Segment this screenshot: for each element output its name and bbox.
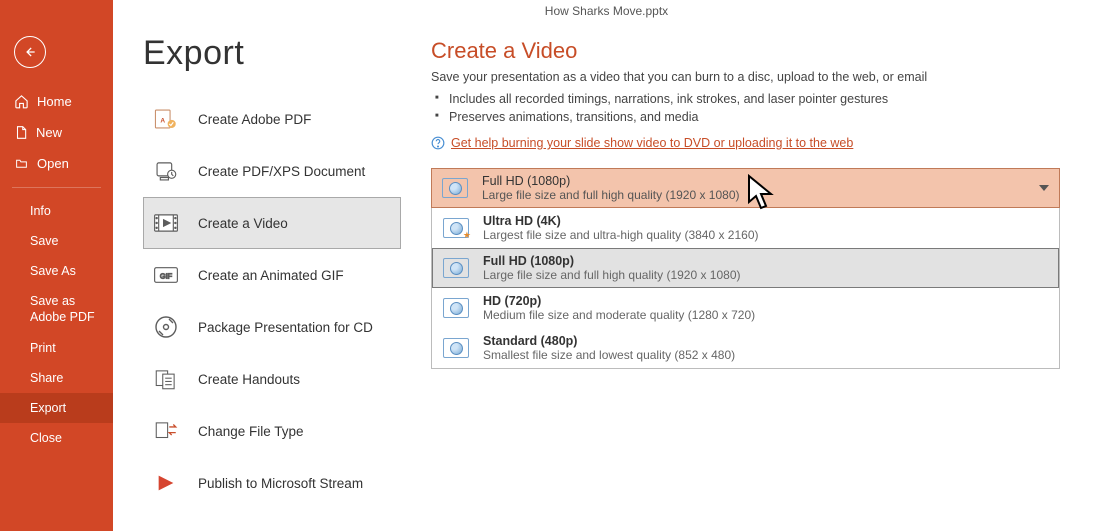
resolution-option-ultra-hd[interactable]: Ultra HD (4K) Largest file size and ultr… bbox=[432, 208, 1059, 248]
export-option-label: Create a Video bbox=[198, 216, 288, 231]
nav-label: Save as Adobe PDF bbox=[30, 294, 113, 325]
resolution-icon bbox=[442, 178, 468, 198]
back-button[interactable] bbox=[14, 36, 46, 68]
option-sub: Smallest file size and lowest quality (8… bbox=[483, 348, 735, 362]
option-title: HD (720p) bbox=[483, 294, 755, 308]
help-icon bbox=[431, 136, 445, 150]
option-title: Full HD (1080p) bbox=[483, 254, 741, 268]
option-title: Ultra HD (4K) bbox=[483, 214, 759, 228]
video-icon bbox=[152, 211, 180, 235]
export-option-label: Change File Type bbox=[198, 424, 304, 439]
nav-label: Open bbox=[37, 156, 69, 171]
resolution-icon bbox=[443, 218, 469, 238]
resolution-options-list: Ultra HD (4K) Largest file size and ultr… bbox=[431, 208, 1060, 369]
nav-save-adobe-pdf[interactable]: Save as Adobe PDF bbox=[0, 286, 113, 333]
main-area: How Sharks Move.pptx Export A Create Ado… bbox=[113, 0, 1100, 531]
option-sub: Medium file size and moderate quality (1… bbox=[483, 308, 755, 322]
backstage-sidebar: Home New Open Info Save Save As Save as … bbox=[0, 0, 113, 531]
adobe-pdf-icon: A bbox=[152, 107, 180, 131]
gif-icon: GIF bbox=[152, 263, 180, 287]
nav-share[interactable]: Share bbox=[0, 363, 113, 393]
home-icon bbox=[14, 94, 29, 109]
video-panel-title: Create a Video bbox=[431, 38, 1060, 64]
nav-label: Share bbox=[30, 371, 63, 385]
export-adobe-pdf[interactable]: A Create Adobe PDF bbox=[143, 93, 401, 145]
video-panel-bullets: Includes all recorded timings, narration… bbox=[431, 90, 1060, 126]
nav-home[interactable]: Home bbox=[0, 86, 113, 117]
new-file-icon bbox=[14, 125, 28, 140]
export-option-label: Package Presentation for CD bbox=[198, 320, 373, 335]
export-pdf-xps[interactable]: Create PDF/XPS Document bbox=[143, 145, 401, 197]
export-handouts[interactable]: Create Handouts bbox=[143, 353, 401, 405]
nav-info[interactable]: Info bbox=[0, 196, 113, 226]
option-sub: Large file size and full high quality (1… bbox=[483, 268, 741, 282]
nav-label: Print bbox=[30, 341, 56, 355]
nav-separator bbox=[12, 187, 101, 188]
back-arrow-icon bbox=[23, 45, 37, 59]
nav-label: Close bbox=[30, 431, 62, 445]
export-option-label: Create PDF/XPS Document bbox=[198, 164, 365, 179]
resolution-option-standard[interactable]: Standard (480p) Smallest file size and l… bbox=[432, 328, 1059, 368]
resolution-option-hd[interactable]: HD (720p) Medium file size and moderate … bbox=[432, 288, 1059, 328]
nav-label: Save bbox=[30, 234, 59, 248]
export-change-file-type[interactable]: Change File Type bbox=[143, 405, 401, 457]
nav-label: Info bbox=[30, 204, 51, 218]
nav-open[interactable]: Open bbox=[0, 148, 113, 179]
stream-icon bbox=[152, 471, 180, 495]
resolution-dropdown-selected[interactable]: Full HD (1080p) Large file size and full… bbox=[431, 168, 1060, 208]
page-title: Export bbox=[143, 34, 401, 73]
nav-close[interactable]: Close bbox=[0, 423, 113, 453]
nav-new[interactable]: New bbox=[0, 117, 113, 148]
change-file-type-icon bbox=[152, 419, 180, 443]
export-microsoft-stream[interactable]: Publish to Microsoft Stream bbox=[143, 457, 401, 509]
export-option-label: Create an Animated GIF bbox=[198, 268, 344, 283]
handouts-icon bbox=[152, 367, 180, 391]
export-option-label: Publish to Microsoft Stream bbox=[198, 476, 363, 491]
resolution-icon bbox=[443, 298, 469, 318]
export-option-label: Create Adobe PDF bbox=[198, 112, 311, 127]
svg-text:GIF: GIF bbox=[160, 271, 173, 280]
export-create-video[interactable]: Create a Video bbox=[143, 197, 401, 249]
document-title: How Sharks Move.pptx bbox=[113, 0, 1100, 22]
export-option-label: Create Handouts bbox=[198, 372, 300, 387]
bullet-item: Includes all recorded timings, narration… bbox=[449, 90, 1060, 108]
video-panel-description: Save your presentation as a video that y… bbox=[431, 70, 1060, 84]
nav-export[interactable]: Export bbox=[0, 393, 113, 423]
export-options-list: A Create Adobe PDF Create PDF/XPS Docume… bbox=[143, 93, 401, 509]
bullet-item: Preserves animations, transitions, and m… bbox=[449, 108, 1060, 126]
open-folder-icon bbox=[14, 157, 29, 170]
nav-label: Save As bbox=[30, 264, 76, 278]
nav-save[interactable]: Save bbox=[0, 226, 113, 256]
nav-label: Home bbox=[37, 94, 72, 109]
export-package-cd[interactable]: Package Presentation for CD bbox=[143, 301, 401, 353]
chevron-down-icon bbox=[1039, 185, 1049, 191]
pdf-xps-icon bbox=[152, 159, 180, 183]
resolution-icon bbox=[443, 338, 469, 358]
cd-icon bbox=[152, 315, 180, 339]
resolution-icon bbox=[443, 258, 469, 278]
resolution-option-full-hd[interactable]: Full HD (1080p) Large file size and full… bbox=[432, 248, 1059, 288]
nav-label: Export bbox=[30, 401, 66, 415]
nav-save-as[interactable]: Save As bbox=[0, 256, 113, 286]
help-link[interactable]: Get help burning your slide show video t… bbox=[451, 136, 853, 150]
option-sub: Largest file size and ultra-high quality… bbox=[483, 228, 759, 242]
selected-resolution-title: Full HD (1080p) bbox=[482, 174, 740, 188]
nav-print[interactable]: Print bbox=[0, 333, 113, 363]
option-title: Standard (480p) bbox=[483, 334, 735, 348]
resolution-dropdown: Full HD (1080p) Large file size and full… bbox=[431, 168, 1060, 369]
selected-resolution-sub: Large file size and full high quality (1… bbox=[482, 188, 740, 202]
svg-text:A: A bbox=[160, 117, 165, 124]
export-animated-gif[interactable]: GIF Create an Animated GIF bbox=[143, 249, 401, 301]
nav-label: New bbox=[36, 125, 62, 140]
